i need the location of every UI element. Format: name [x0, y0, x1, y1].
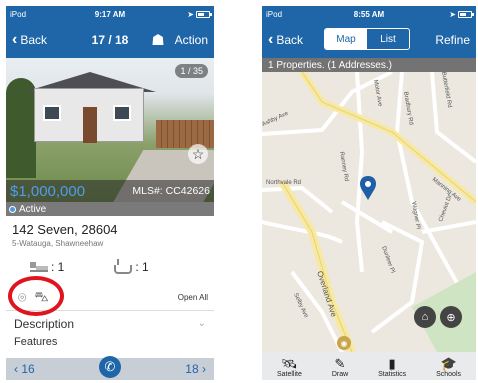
status-strip: Active	[6, 202, 214, 216]
address-line2: 5-Watauga, Shawneehaw	[12, 239, 104, 248]
phone-call-button[interactable]: ✆	[99, 356, 121, 378]
price: $1,000,000	[10, 182, 86, 200]
status-bar: iPod 8:55 AM ➤	[262, 6, 476, 22]
photo-door	[83, 107, 97, 143]
action-button[interactable]: Action	[175, 33, 208, 47]
battery-icon	[196, 10, 212, 18]
street-label-northvale: Northvale Rd	[266, 180, 301, 186]
map-view[interactable]: Ashby Ave Northvale Rd Manning Ave Overl…	[262, 70, 476, 354]
beds-count: : 1	[30, 260, 64, 274]
home-icon: ⌂	[421, 311, 429, 323]
price-band: $1,000,000 MLS#: CC42626	[6, 180, 214, 202]
quick-actions-row: ⌾ ⛍ Open All	[6, 274, 214, 316]
back-button[interactable]: ‹ Back	[12, 32, 47, 48]
tab-statistics[interactable]: ▮ Statistics	[378, 356, 407, 379]
map-screen: iPod 8:55 AM ➤ ‹ Back Map List Refine 1 …	[262, 6, 476, 380]
listing-photo[interactable]: 1 / 35 ☆ $1,000,000 MLS#: CC42626	[6, 58, 214, 202]
next-button[interactable]: 18 ›	[185, 362, 206, 376]
refine-button[interactable]: Refine	[435, 33, 470, 47]
highlight-circle	[8, 276, 64, 316]
chevron-left-icon: ‹	[12, 31, 18, 48]
previous-button[interactable]: ‹ 16	[14, 362, 35, 376]
tab-statistics-label: Statistics	[378, 371, 407, 378]
mls-number: MLS#: CC42626	[132, 185, 210, 197]
navigation-bar: ‹ Back Map List Refine	[262, 22, 476, 58]
navigation-bar: ‹ Back 17 / 18 ☗ Action	[6, 22, 214, 58]
back-label: Back	[20, 33, 48, 47]
status-bar: iPod 9:17 AM ➤	[6, 6, 214, 22]
back-button[interactable]: ‹ Back	[268, 32, 303, 48]
address-block: 142 Seven, 28604 5-Watauga, Shawneehaw	[6, 216, 214, 248]
room-counts: : 1 : 1	[6, 248, 214, 274]
photo-fence	[156, 120, 214, 148]
nav-header: iPod 9:17 AM ➤ ‹ Back 17 / 18 ☗ Action	[6, 6, 214, 58]
results-summary: 1 Properties. (1 Addresses.)	[262, 58, 476, 72]
beds-value: : 1	[51, 260, 65, 274]
bathtub-icon	[114, 258, 133, 274]
agent-icon[interactable]: ☗	[151, 31, 164, 49]
tab-list[interactable]: List	[367, 29, 409, 49]
chevron-left-icon: ‹	[268, 31, 274, 48]
clock: 9:17 AM	[94, 9, 126, 19]
clock: 8:55 AM	[353, 9, 385, 19]
baths-count: : 1	[114, 258, 149, 274]
photo-counter: 1 / 35	[175, 64, 208, 78]
status-dot-icon	[9, 205, 16, 213]
graduation-cap-icon: 🎓	[440, 356, 457, 371]
pager-bar: ‹ 16 ✆ 18 ›	[6, 356, 214, 380]
locate-me-button[interactable]: ⊕	[440, 306, 462, 328]
next-section-label: Features	[14, 336, 58, 348]
map-toolbar: 🛰 Satellite ✎ Draw ▮ Statistics 🎓 School…	[262, 352, 476, 380]
address-line1: 142 Seven, 28604	[12, 222, 118, 237]
battery-icon	[458, 10, 474, 18]
baths-value: : 1	[135, 260, 149, 274]
satellite-icon: 🛰	[281, 356, 298, 371]
tab-draw[interactable]: ✎ Draw	[331, 356, 349, 379]
pen-icon: ✎	[334, 356, 346, 371]
chevron-down-icon: ⌄	[197, 318, 206, 329]
photo-window	[113, 105, 131, 121]
next-label: 18	[185, 362, 199, 376]
nav-header: iPod 8:55 AM ➤ ‹ Back Map List Refine	[262, 6, 476, 58]
open-all-button[interactable]: Open All	[178, 293, 208, 302]
back-label: Back	[276, 33, 304, 47]
home-location-button[interactable]: ⌂	[414, 306, 436, 328]
photo-house	[34, 88, 144, 143]
photo-tree	[6, 78, 36, 178]
map-legal-badge[interactable]: ◉	[337, 336, 351, 350]
bed-icon	[30, 262, 48, 272]
photo-window	[43, 105, 61, 121]
tab-satellite-label: Satellite	[276, 371, 302, 378]
favorite-star-icon[interactable]: ☆	[188, 144, 208, 164]
tab-satellite[interactable]: 🛰 Satellite	[276, 356, 302, 379]
bar-chart-icon: ▮	[388, 356, 396, 371]
next-section[interactable]: Features	[6, 336, 214, 350]
phone-icon: ✆	[104, 359, 116, 374]
tab-draw-label: Draw	[331, 371, 349, 378]
crosshair-icon: ⊕	[446, 311, 456, 324]
description-label: Description	[14, 316, 75, 331]
map-logo-icon: ◉	[340, 338, 348, 348]
tab-schools[interactable]: 🎓 Schools	[436, 356, 461, 379]
tab-map[interactable]: Map	[325, 29, 367, 49]
chevron-right-icon: ›	[198, 362, 206, 376]
map-list-toggle: Map List	[324, 28, 410, 50]
status-label: Active	[19, 203, 47, 215]
previous-label: 16	[21, 362, 35, 376]
listing-detail-screen: iPod 9:17 AM ➤ ‹ Back 17 / 18 ☗ Action 1…	[6, 6, 214, 380]
tab-schools-label: Schools	[436, 371, 461, 378]
